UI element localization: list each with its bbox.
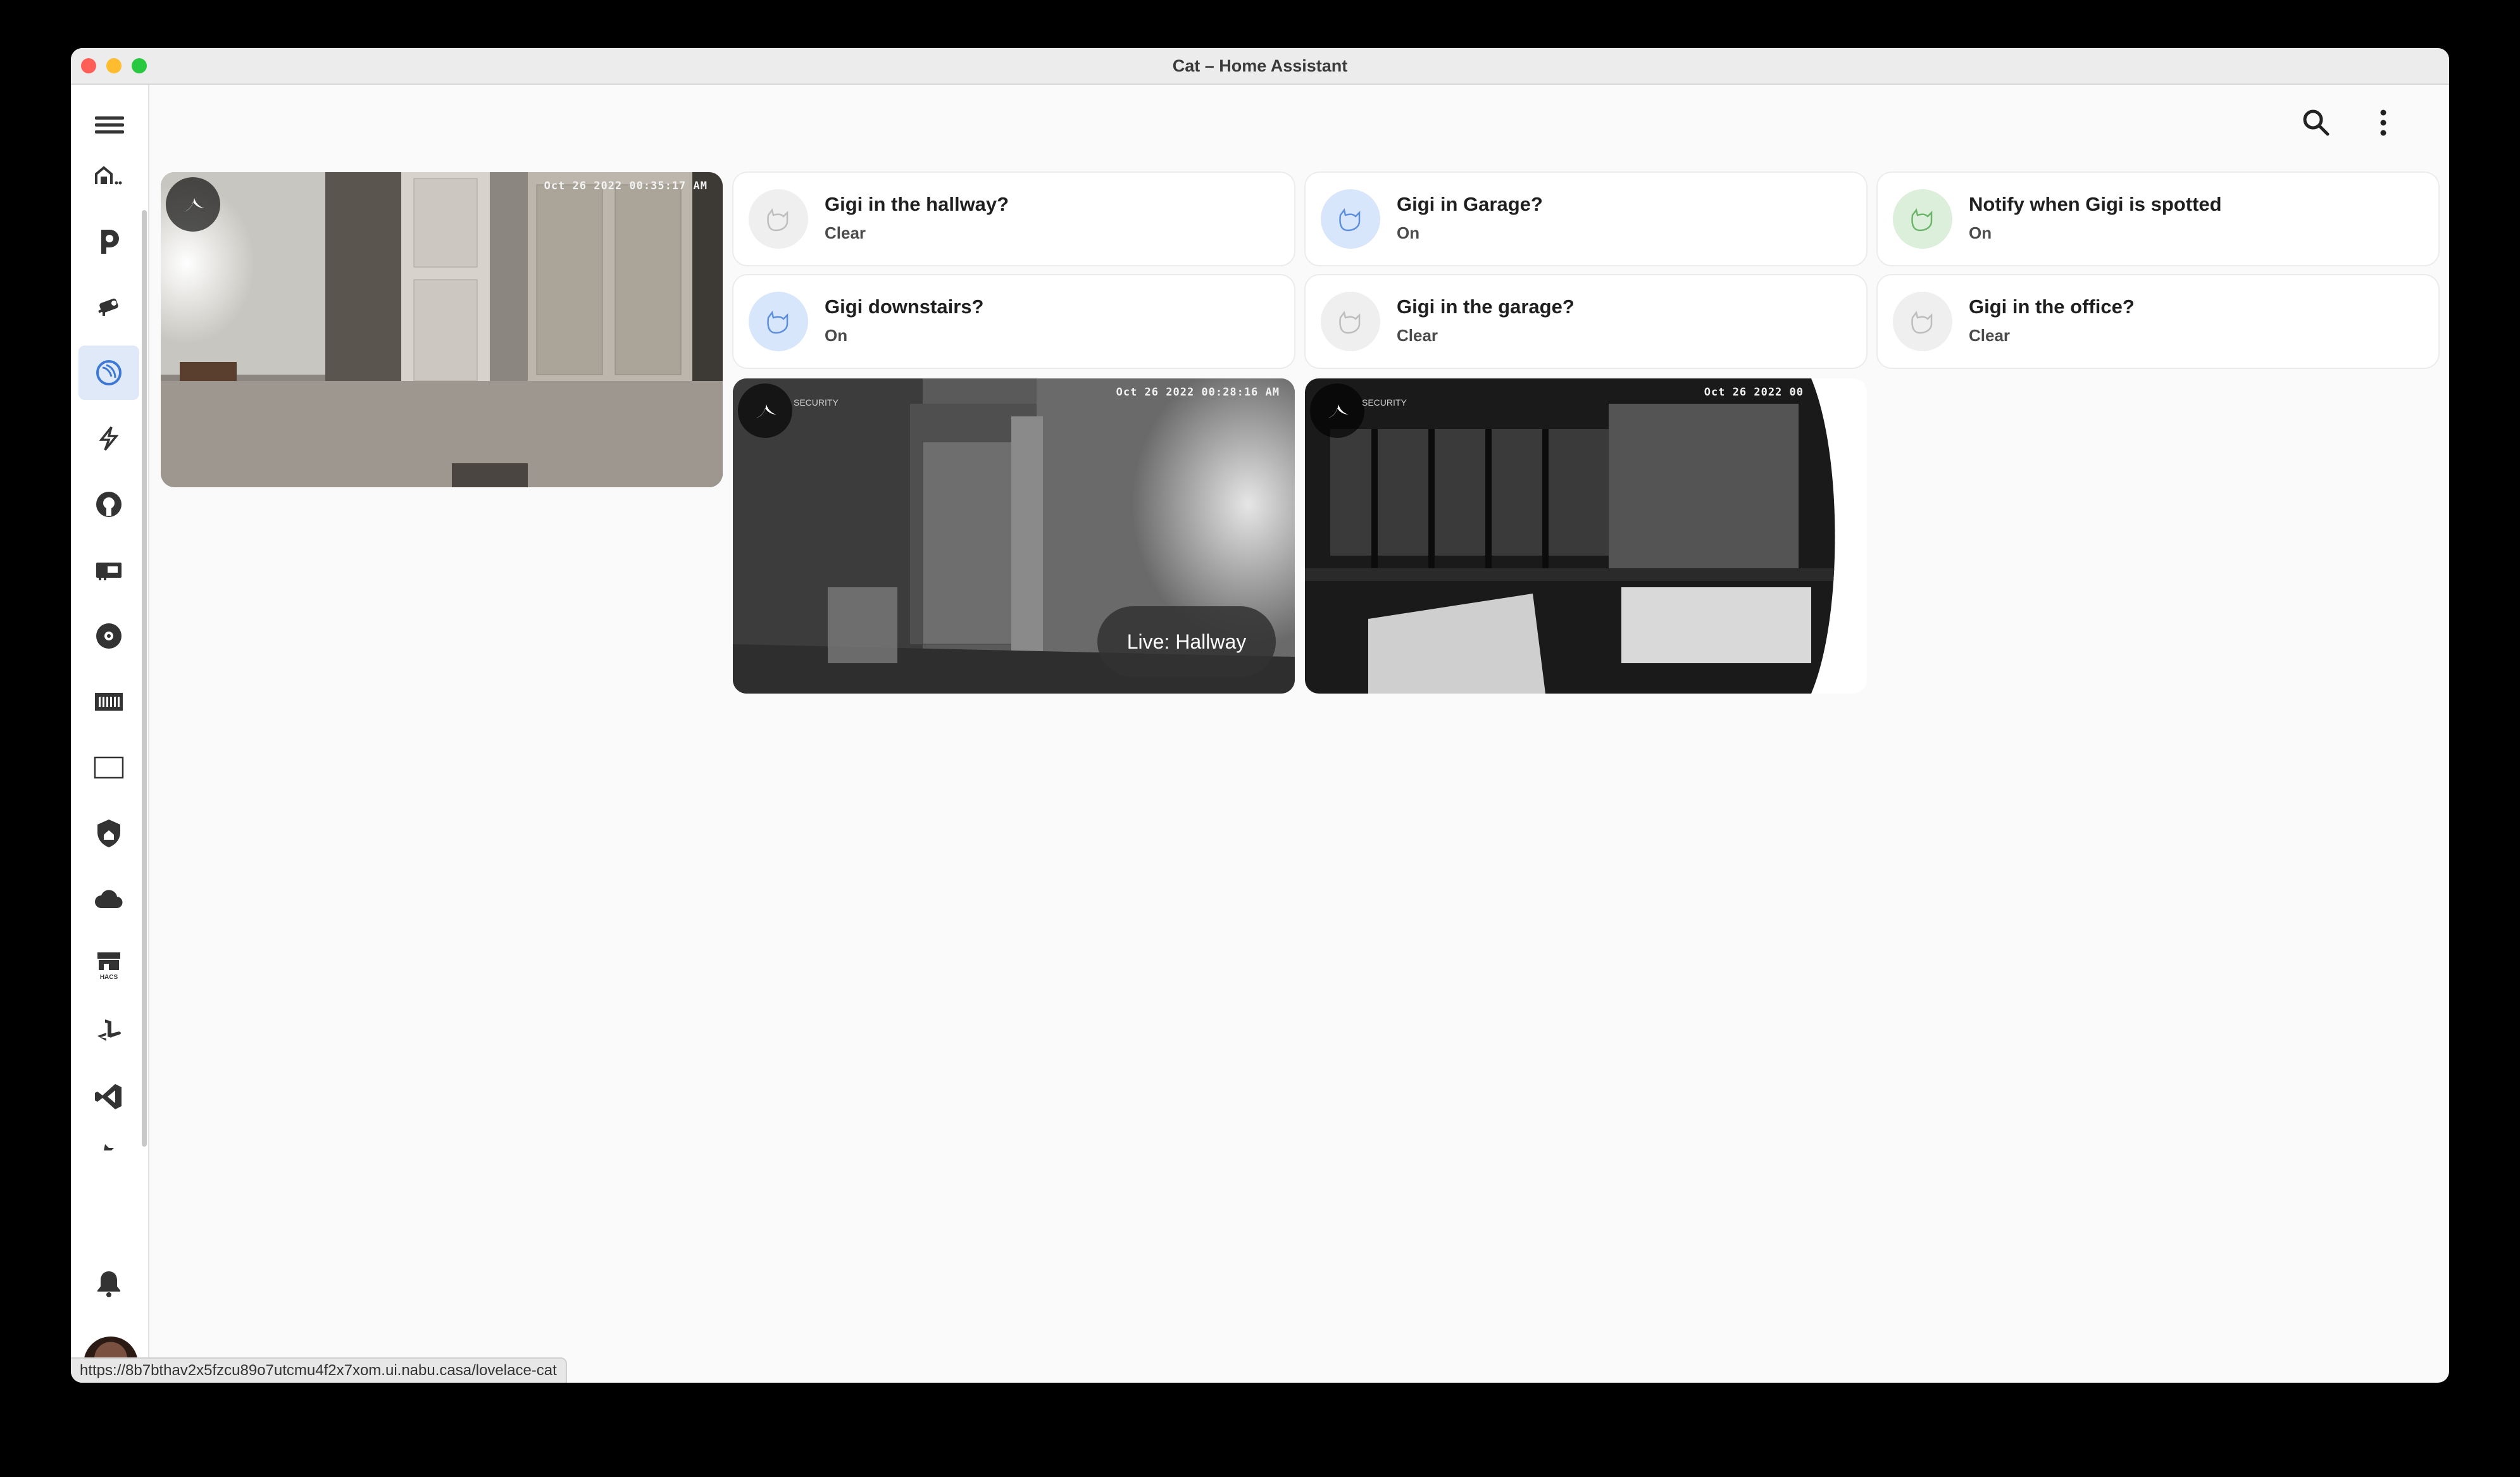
close-window-button[interactable]	[81, 58, 96, 73]
camera-timestamp: Oct 26 2022 00:28:16 AM	[1116, 386, 1280, 399]
maximize-window-button[interactable]	[132, 58, 147, 73]
tile-state: Clear	[825, 223, 866, 242]
tile-state: Clear	[1397, 326, 1438, 345]
security-camera-icon	[98, 298, 118, 316]
plex-icon	[101, 230, 119, 254]
tile-notify-gigi-spotted[interactable]: Notify when Gigi is spotted On	[1878, 173, 2438, 265]
browser-window: Cat – Home Assistant HACS Oct 26 2022 00…	[71, 48, 2449, 1383]
sidebar: HACS	[71, 85, 149, 1383]
camera-card-hallway[interactable]: SECURITY Oct 26 2022 00:28:16 AM Live: H…	[733, 378, 1295, 694]
search-icon[interactable]	[2299, 105, 2334, 140]
cat-icon	[1321, 292, 1380, 351]
camera-card-garage[interactable]: SECURITY Oct 26 2022 00	[1305, 378, 1867, 694]
sidebar-item-small-logo[interactable]	[78, 1128, 139, 1166]
sidebar-item-plex[interactable]	[78, 214, 139, 268]
ticket-icon	[95, 693, 123, 711]
sidebar-item-security[interactable]	[78, 806, 139, 861]
camera-brand-text: SECURITY	[1362, 397, 1407, 408]
zigbee-icon	[99, 426, 119, 451]
sidebar-item-hacs[interactable]: HACS	[78, 938, 139, 992]
sidebar-item-ticket[interactable]	[78, 675, 139, 729]
sidebar-item-vscode[interactable]	[78, 1069, 139, 1124]
window-controls	[81, 58, 147, 73]
camera-brand-text: SECURITY	[794, 397, 839, 408]
tile-state: On	[1969, 223, 1992, 242]
sidebar-item-cat[interactable]	[78, 346, 139, 400]
sidebar-item-cloud[interactable]	[78, 872, 139, 926]
camera-brand-logo-icon	[166, 177, 220, 232]
sidebar-item-zigbee[interactable]	[78, 411, 139, 466]
title-bar: Cat – Home Assistant	[71, 48, 2449, 85]
office-camera-feed	[161, 172, 723, 487]
camera-timestamp: Oct 26 2022 00	[1704, 386, 1804, 399]
tile-name: Gigi in Garage?	[1397, 193, 1543, 215]
garage-camera-feed	[1305, 378, 1835, 694]
disc-icon	[96, 623, 122, 649]
camera-brand-logo-icon	[738, 383, 792, 438]
tile-name: Notify when Gigi is spotted	[1969, 193, 2222, 215]
tile-name: Gigi in the garage?	[1397, 296, 1575, 318]
cat-icon	[749, 292, 808, 351]
tile-gigi-the-garage[interactable]: Gigi in the garage? Clear	[1306, 275, 1866, 368]
tile-name: Gigi in the hallway?	[825, 193, 1009, 215]
playstation-icon	[97, 1019, 121, 1041]
tile-gigi-downstairs[interactable]: Gigi downstairs? On	[733, 275, 1294, 368]
cat-icon	[1893, 189, 1952, 249]
notifications-button[interactable]	[78, 1257, 139, 1311]
tile-state: On	[1397, 223, 1420, 242]
tile-name: Gigi downstairs?	[825, 296, 984, 318]
live-camera-chip[interactable]: Live: Hallway	[1097, 606, 1276, 677]
tile-state: On	[825, 326, 848, 345]
tile-gigi-garage[interactable]: Gigi in Garage? On	[1306, 173, 1866, 265]
small-logo-icon	[104, 1144, 114, 1150]
hacs-label: HACS	[100, 974, 118, 981]
cat-icon	[1893, 292, 1952, 351]
sidebar-item-github[interactable]	[78, 477, 139, 532]
hamburger-menu-icon[interactable]	[95, 113, 124, 142]
camera-timestamp: Oct 26 2022 00:35:17 AM	[544, 180, 708, 192]
tile-name: Gigi in the office?	[1969, 296, 2135, 318]
house-signal-icon	[95, 166, 122, 185]
camera-brand-logo-icon	[1310, 383, 1364, 438]
camera-card-office[interactable]: Oct 26 2022 00:35:17 AM	[161, 172, 723, 487]
home-shield-icon	[97, 820, 120, 847]
sidebar-item-disc[interactable]	[78, 609, 139, 663]
github-icon	[96, 492, 122, 517]
more-vertical-icon[interactable]	[2366, 105, 2401, 140]
tile-gigi-office[interactable]: Gigi in the office? Clear	[1878, 275, 2438, 368]
tile-state: Clear	[1969, 326, 2011, 345]
window-title: Cat – Home Assistant	[1172, 56, 1348, 75]
sidebar-scrollbar[interactable]	[142, 210, 147, 1147]
tile-gigi-hallway[interactable]: Gigi in the hallway? Clear	[733, 173, 1294, 265]
sidebar-item-window[interactable]	[78, 740, 139, 795]
fluid-cat-icon	[96, 360, 122, 385]
sidebar-item-camera[interactable]	[78, 280, 139, 334]
sidebar-item-playstation[interactable]	[78, 1004, 139, 1058]
network-card-icon	[96, 563, 122, 580]
vscode-icon	[95, 1084, 122, 1109]
cat-icon	[749, 189, 808, 249]
cloud-icon	[95, 890, 123, 909]
status-bar-url: https://8b7bthav2x5fzcu89o7utcmu4f2x7xom…	[71, 1359, 566, 1383]
bell-icon	[97, 1271, 120, 1297]
sidebar-item-network[interactable]	[78, 543, 139, 597]
sidebar-item-house-signal[interactable]	[78, 148, 139, 203]
hacs-icon: HACS	[97, 952, 120, 981]
minimize-window-button[interactable]	[106, 58, 122, 73]
cat-icon	[1321, 189, 1380, 249]
window-icon	[94, 756, 124, 779]
